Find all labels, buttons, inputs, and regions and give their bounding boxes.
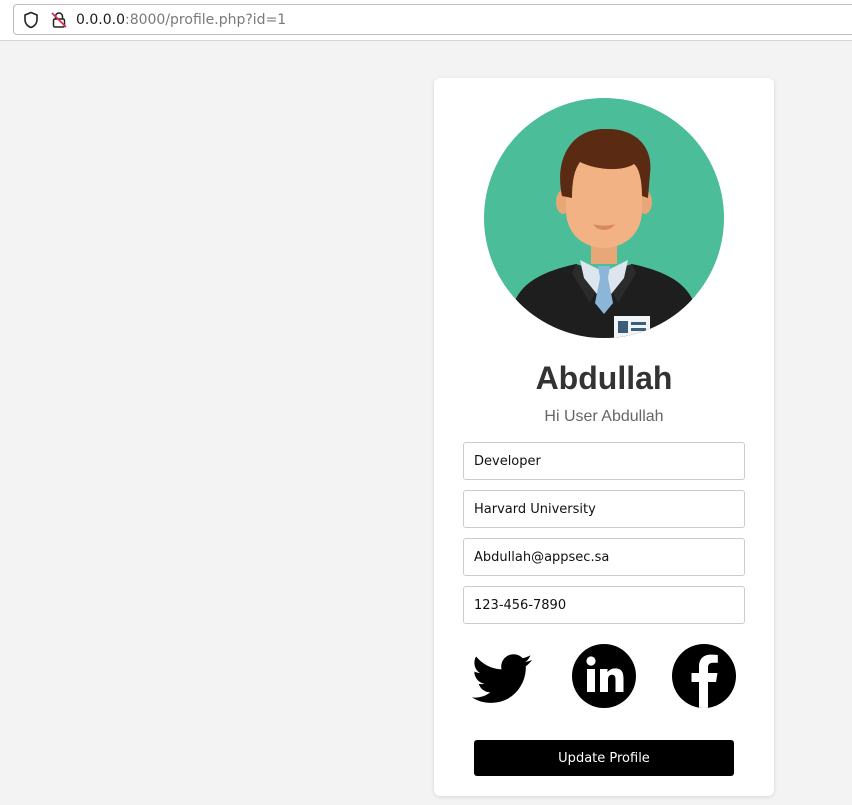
address-bar[interactable]: 0.0.0.0:8000/profile.php?id=1 [13,4,852,35]
update-profile-button[interactable]: Update Profile [474,740,734,776]
profile-greeting: Hi User Abdullah [544,408,664,425]
profile-name: Abdullah [535,360,673,396]
facebook-icon[interactable] [672,644,736,708]
twitter-icon[interactable] [472,644,536,708]
job-title-input[interactable] [463,442,745,480]
linkedin-icon[interactable] [572,644,636,708]
profile-card: Abdullah Hi User Abdullah Update Profile [434,78,774,796]
url-text[interactable]: 0.0.0.0:8000/profile.php?id=1 [76,11,286,29]
url-path: :8000/profile.php?id=1 [124,12,287,28]
insecure-lock-icon[interactable] [50,11,68,29]
phone-input[interactable] [463,586,745,624]
email-input[interactable] [463,538,745,576]
university-input[interactable] [463,490,745,528]
avatar-image [484,98,724,338]
url-host: 0.0.0.0 [76,12,125,28]
browser-toolbar: 0.0.0.0:8000/profile.php?id=1 [0,0,852,41]
shield-icon[interactable] [22,11,40,29]
